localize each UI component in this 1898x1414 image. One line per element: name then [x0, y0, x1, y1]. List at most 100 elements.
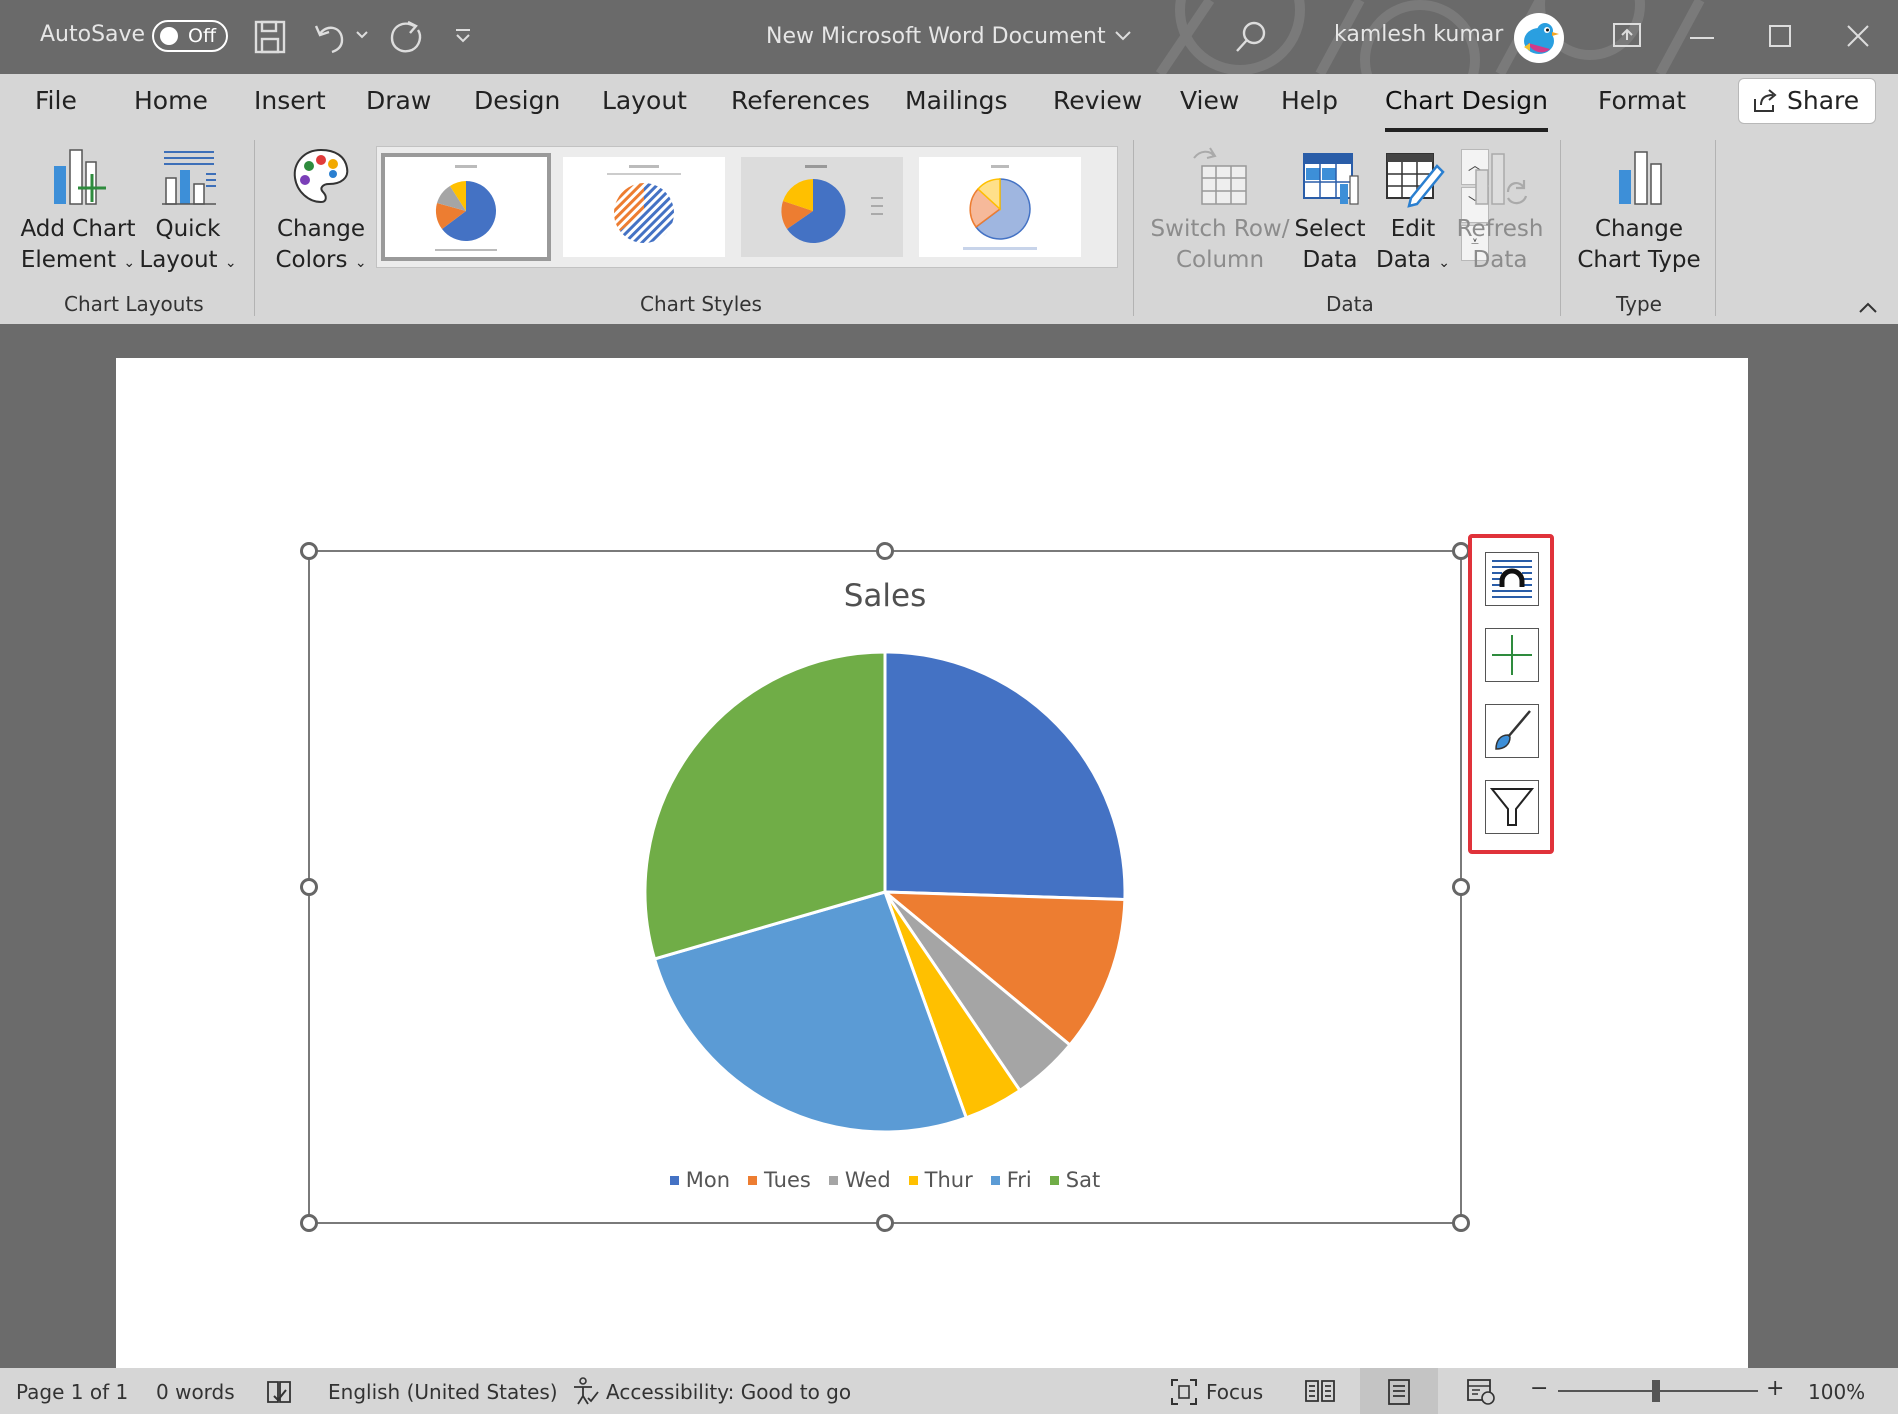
tab-view[interactable]: View	[1180, 86, 1239, 115]
chart-filters-button[interactable]	[1485, 780, 1539, 834]
legend-swatch	[669, 1176, 679, 1185]
switch-row-column-button[interactable]: Switch Row/ Column	[1150, 144, 1290, 276]
tab-file[interactable]: File	[35, 86, 77, 115]
tab-home[interactable]: Home	[134, 86, 208, 115]
refresh-data-icon	[1475, 153, 1528, 205]
legend-item-sat[interactable]: Sat	[1049, 1168, 1101, 1192]
tab-format[interactable]: Format	[1598, 86, 1686, 115]
ribbon: Add Chart Element ⌄ Quick Layout ⌄ Chart…	[0, 134, 1898, 325]
legend-swatch	[828, 1176, 838, 1185]
change-chart-type-button[interactable]: Change Chart Type	[1574, 144, 1704, 276]
legend-label: Sat	[1065, 1168, 1101, 1192]
chevron-down-icon: ⌄	[123, 255, 136, 271]
tab-help[interactable]: Help	[1281, 86, 1338, 115]
page-count[interactable]: Page 1 of 1	[16, 1380, 128, 1404]
tab-layout[interactable]: Layout	[602, 86, 687, 115]
refresh-data-line2: Data	[1472, 247, 1528, 273]
chart-style-2[interactable]	[563, 157, 725, 257]
zoom-in-icon[interactable]: +	[1766, 1376, 1784, 1401]
pie-slice-mon[interactable]	[883, 650, 1127, 902]
tab-insert[interactable]: Insert	[254, 86, 326, 115]
edit-data-button[interactable]: Edit Data ⌄	[1372, 144, 1454, 279]
print-layout-view-button[interactable]	[1360, 1368, 1438, 1414]
add-chart-element-button[interactable]: Add Chart Element ⌄	[18, 144, 138, 279]
zoom-slider-thumb[interactable]	[1652, 1380, 1660, 1402]
quick-layout-line2: Layout	[139, 247, 218, 273]
resize-handle-bottom-right[interactable]	[1452, 1214, 1470, 1232]
zoom-level[interactable]: 100%	[1808, 1380, 1865, 1404]
minimize-icon[interactable]	[1690, 36, 1714, 40]
legend-item-thur[interactable]: Thur	[908, 1168, 973, 1192]
resize-handle-bottom-left[interactable]	[300, 1214, 318, 1232]
legend-item-tues[interactable]: Tues	[748, 1168, 811, 1192]
tab-chart-design[interactable]: Chart Design	[1385, 86, 1548, 132]
accessibility-icon[interactable]	[570, 1376, 600, 1406]
zoom-out-icon[interactable]: −	[1530, 1376, 1548, 1401]
accessibility-status[interactable]: Accessibility: Good to go	[606, 1380, 851, 1404]
legend-item-wed[interactable]: Wed	[828, 1168, 891, 1192]
bird-avatar-icon	[1524, 23, 1559, 54]
quick-layout-line1: Quick	[155, 216, 221, 242]
chart-style-4[interactable]	[919, 157, 1081, 257]
proofing-book-icon[interactable]	[264, 1378, 294, 1406]
ribbon-display-icon[interactable]	[1612, 22, 1642, 48]
share-button[interactable]: Share	[1738, 78, 1876, 124]
tab-review[interactable]: Review	[1053, 86, 1142, 115]
refresh-data-button[interactable]: Refresh Data	[1456, 144, 1544, 276]
change-colors-button[interactable]: Change Colors ⌄	[268, 144, 374, 279]
chart-style-1[interactable]	[381, 153, 551, 261]
change-chart-type-icon	[1619, 151, 1662, 205]
document-title[interactable]: New Microsoft Word Document	[766, 24, 1106, 49]
tab-chart-design-label: Chart Design	[1385, 86, 1548, 115]
chevron-down-icon: ⌄	[224, 255, 237, 271]
chart-styles-gallery[interactable]: ︿ ﹀ ⩡	[376, 146, 1489, 268]
select-data-line1: Select	[1294, 216, 1366, 242]
undo-icon[interactable]	[312, 20, 348, 54]
focus-icon[interactable]	[1170, 1378, 1198, 1406]
quick-layout-button[interactable]: Quick Layout ⌄	[138, 144, 238, 279]
user-name[interactable]: kamlesh kumar	[1334, 22, 1503, 47]
tab-references[interactable]: References	[731, 86, 870, 115]
language[interactable]: English (United States)	[328, 1380, 558, 1404]
chart-style-3[interactable]	[741, 157, 903, 257]
focus-label[interactable]: Focus	[1206, 1380, 1263, 1404]
resize-handle-top[interactable]	[876, 542, 894, 560]
customize-toolbar-icon[interactable]	[454, 28, 472, 44]
redo-icon[interactable]	[388, 18, 424, 56]
pie-chart[interactable]	[310, 552, 1460, 1222]
resize-handle-right[interactable]	[1452, 878, 1470, 896]
resize-handle-top-left[interactable]	[300, 542, 318, 560]
select-data-button[interactable]: Select Data	[1292, 144, 1368, 276]
resize-handle-bottom[interactable]	[876, 1214, 894, 1232]
web-layout-icon[interactable]	[1466, 1378, 1496, 1406]
legend-item-mon[interactable]: Mon	[669, 1168, 730, 1192]
word-count[interactable]: 0 words	[156, 1380, 235, 1404]
chart-elements-button[interactable]	[1485, 628, 1539, 682]
resize-handle-left[interactable]	[300, 878, 318, 896]
title-dropdown-icon[interactable]	[1114, 30, 1132, 42]
maximize-icon[interactable]	[1768, 24, 1792, 48]
title-bar: AutoSave Off New Microsoft Word Document…	[0, 0, 1898, 74]
share-label: Share	[1787, 86, 1860, 115]
chart-legend[interactable]: Mon Tues Wed Thur Fri Sat	[310, 1168, 1460, 1192]
undo-dropdown-icon[interactable]	[355, 30, 369, 40]
chart-frame[interactable]: Sales Mon Tues Wed Thur Fri Sat	[308, 550, 1462, 1224]
tab-draw[interactable]: Draw	[366, 86, 431, 115]
read-mode-icon[interactable]	[1304, 1378, 1336, 1404]
change-chart-type-line2: Chart Type	[1577, 247, 1701, 273]
legend-item-fri[interactable]: Fri	[990, 1168, 1032, 1192]
status-bar: Page 1 of 1 0 words English (United Stat…	[0, 1368, 1898, 1414]
save-icon[interactable]	[254, 20, 286, 54]
tab-mailings[interactable]: Mailings	[905, 86, 1007, 115]
collapse-ribbon-icon[interactable]	[1858, 302, 1878, 314]
tab-design[interactable]: Design	[474, 86, 560, 115]
avatar[interactable]	[1514, 13, 1564, 63]
autosave-toggle[interactable]: Off	[152, 20, 228, 52]
layout-options-button[interactable]	[1485, 552, 1539, 606]
search-icon[interactable]	[1234, 20, 1268, 54]
chart-styles-button[interactable]	[1485, 704, 1539, 758]
plus-icon	[1492, 635, 1532, 675]
close-icon[interactable]	[1846, 24, 1870, 48]
ribbon-separator	[254, 140, 255, 316]
change-chart-type-line1: Change	[1594, 216, 1684, 242]
